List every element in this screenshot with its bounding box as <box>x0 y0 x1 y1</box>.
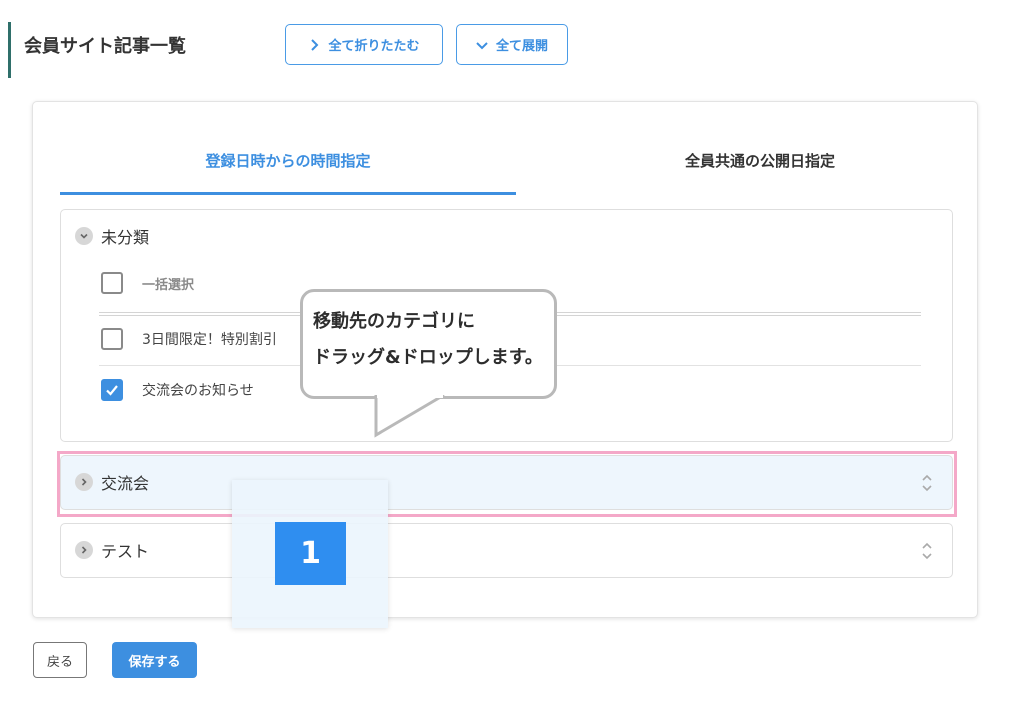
sort-handle-icon[interactable] <box>920 540 934 562</box>
article-checkbox[interactable] <box>101 328 123 350</box>
chevron-right-icon <box>311 38 319 51</box>
save-button[interactable]: 保存する <box>112 642 197 678</box>
list-item[interactable]: 3日間限定！特別割引 <box>101 328 277 350</box>
callout-tail <box>374 395 445 438</box>
category-header[interactable]: テスト <box>75 538 149 562</box>
chevron-down-icon[interactable] <box>75 227 93 245</box>
tab-fixed-date[interactable]: 全員共通の公開日指定 <box>533 150 987 171</box>
tab-relative-time[interactable]: 登録日時からの時間指定 <box>61 150 515 171</box>
select-all-row: 一括選択 <box>101 272 194 294</box>
chevron-down-icon <box>476 41 488 49</box>
back-button[interactable]: 戻る <box>33 642 87 678</box>
callout-line-1: 移動先のカテゴリに <box>313 311 475 332</box>
title-accent-bar <box>8 22 11 78</box>
page-title: 会員サイト記事一覧 <box>24 36 186 57</box>
category-name: 未分類 <box>101 228 150 247</box>
step-number-badge: 1 <box>275 522 346 585</box>
expand-all-label: 全て展開 <box>495 39 548 54</box>
list-item[interactable]: 交流会のお知らせ <box>101 379 254 401</box>
collapse-all-label: 全て折りたたむ <box>328 39 420 54</box>
expand-all-button[interactable]: 全て展開 <box>456 24 568 65</box>
category-header[interactable]: 未分類 <box>75 224 149 248</box>
select-all-label: 一括選択 <box>142 277 195 293</box>
category-name: テスト <box>101 542 150 561</box>
chevron-right-icon[interactable] <box>75 541 93 559</box>
collapse-all-button[interactable]: 全て折りたたむ <box>285 24 443 65</box>
category-test[interactable]: テスト <box>60 523 953 578</box>
callout-bubble: 移動先のカテゴリに ドラッグ&ドロップします。 <box>300 289 557 399</box>
check-icon <box>106 385 118 396</box>
select-all-checkbox[interactable] <box>101 272 123 294</box>
article-title: 交流会のお知らせ <box>142 383 254 399</box>
drop-target-highlight <box>57 451 957 517</box>
active-tab-indicator <box>60 192 516 195</box>
callout-line-2: ドラッグ&ドロップします。 <box>313 347 543 368</box>
article-title: 3日間限定！特別割引 <box>142 332 277 348</box>
article-checkbox[interactable] <box>101 379 123 401</box>
